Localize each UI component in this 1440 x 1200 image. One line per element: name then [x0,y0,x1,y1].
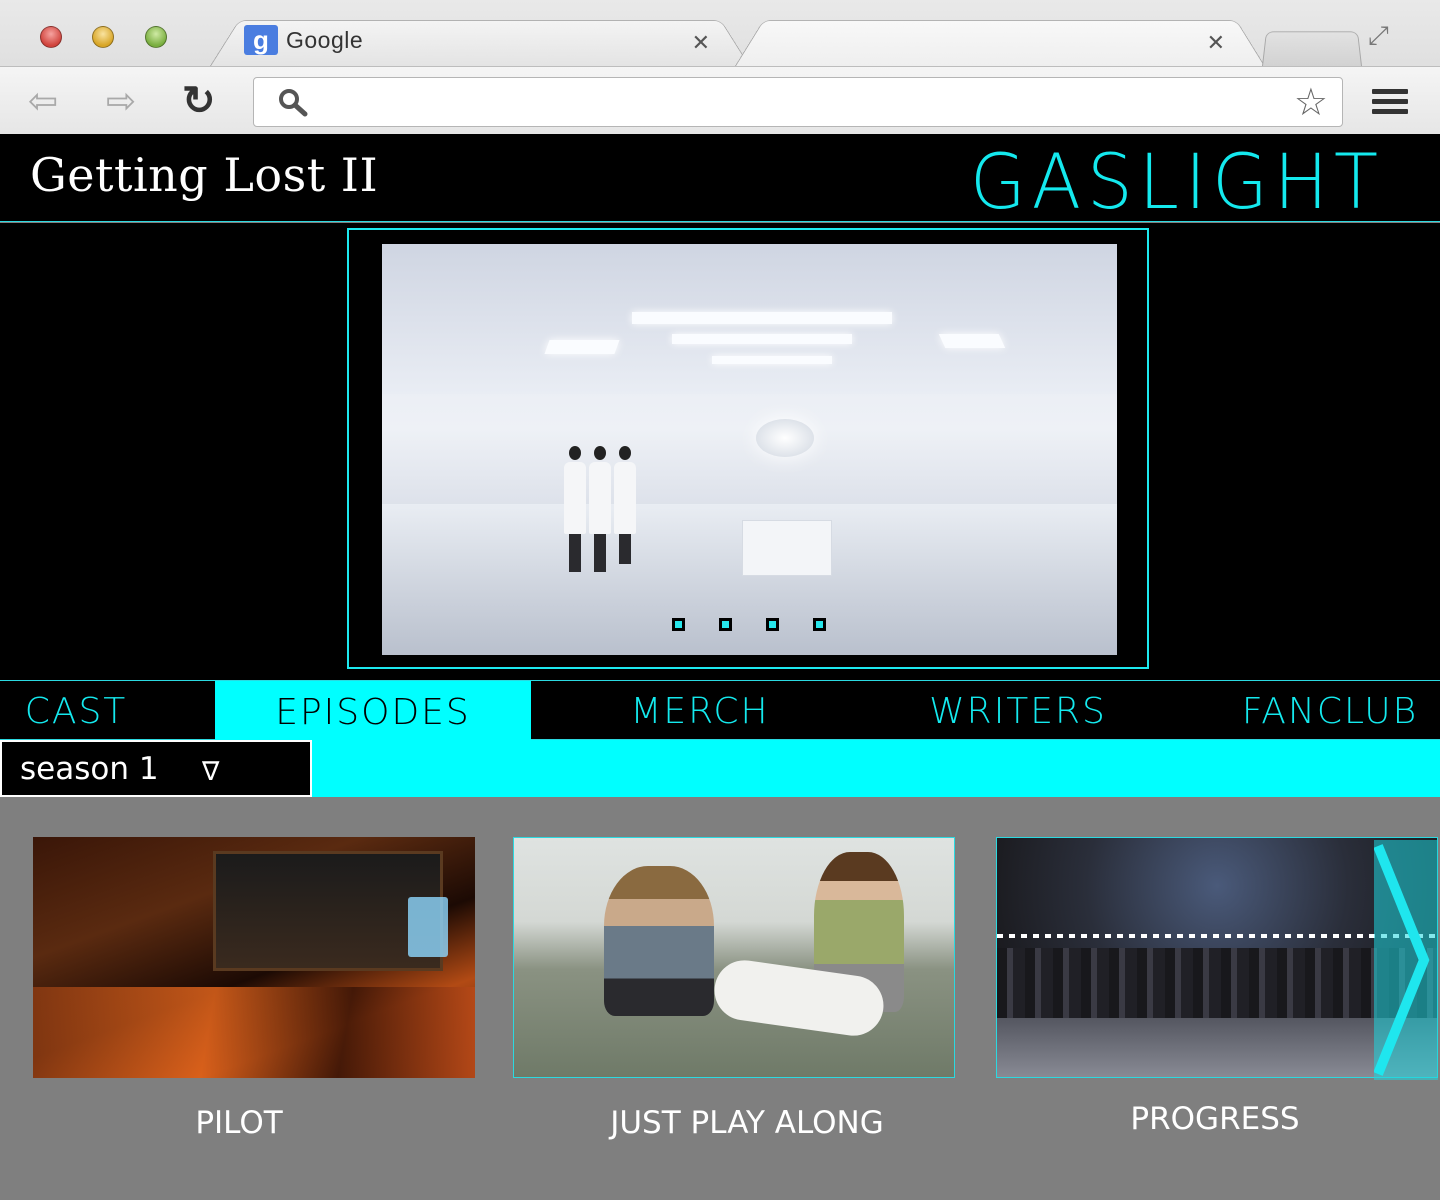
fullscreen-icon[interactable]: ⤢ [1368,20,1389,52]
browser-tab-empty[interactable]: ✕ [735,14,1265,66]
episode-card[interactable] [513,837,955,1078]
menu-hamburger-icon[interactable] [1372,89,1408,114]
browser-toolbar: ⇦ ⇨ ↻ ☆ [0,66,1440,134]
close-tab-icon[interactable]: ✕ [1207,30,1225,56]
close-tab-icon[interactable]: ✕ [692,30,710,56]
dropdown-arrow-icon: ∇ [202,756,220,786]
google-g-icon: g [244,25,278,55]
episode-thumbnail[interactable] [996,837,1438,1078]
episode-thumbnail[interactable] [513,837,955,1078]
hero-slideshow [347,228,1149,669]
back-arrow-icon[interactable]: ⇦ [28,81,58,121]
nav-fanclub[interactable]: FANCLUB [1230,681,1430,741]
close-window-button[interactable] [40,26,62,48]
surgical-lamp [756,419,814,457]
operating-table [742,520,832,576]
nav-cast[interactable]: CAST [0,681,152,741]
season-dropdown[interactable]: season 1 ∇ [0,740,312,797]
address-bar[interactable]: ☆ [253,77,1343,127]
episodes-subbar: season 1 ∇ [0,740,1440,797]
season-dropdown-value: season 1 [20,750,159,787]
maximize-window-button[interactable] [145,26,167,48]
episode-card[interactable] [33,837,475,1078]
episode-title[interactable]: PROGRESS [994,1101,1436,1137]
new-tab-button[interactable] [1262,28,1362,66]
browser-tab-google[interactable]: g Google ✕ [210,14,750,66]
minimize-window-button[interactable] [92,26,114,48]
episode-title[interactable]: JUST PLAY ALONG [526,1105,968,1141]
bookmark-star-icon[interactable]: ☆ [1294,84,1328,122]
browser-chrome: g Google ✕ ✕ ⤢ ⇦ ⇨ ↻ ☆ [0,0,1440,134]
site-title[interactable]: Getting Lost II [30,148,378,202]
slide-dot[interactable] [672,618,685,631]
episode-title[interactable]: PILOT [18,1105,460,1141]
tab-title: Google [286,26,364,53]
forward-arrow-icon[interactable]: ⇨ [106,81,136,121]
slide-dot[interactable] [813,618,826,631]
hero-image[interactable] [382,244,1117,655]
next-episodes-arrow-icon[interactable] [1374,840,1438,1080]
slide-dot[interactable] [719,618,732,631]
search-icon [279,89,308,117]
main-nav: CAST EPISODES MERCH WRITERS FANCLUB [0,680,1440,743]
site-header: Getting Lost II GASLIGHT [0,134,1440,226]
brand-logo[interactable]: GASLIGHT [970,138,1384,226]
nav-episodes[interactable]: EPISODES [215,681,531,743]
slide-dot[interactable] [766,618,779,631]
episode-thumbnail[interactable] [33,837,475,1078]
slideshow-pager [672,618,826,631]
episode-card[interactable] [996,837,1438,1078]
nav-writers[interactable]: WRITERS [900,681,1136,741]
episode-list: PILOT JUST PLAY ALONG PROGRESS [0,797,1440,1200]
nav-merch[interactable]: MERCH [600,681,800,741]
reload-icon[interactable]: ↻ [182,81,216,121]
hero-section [0,223,1440,680]
